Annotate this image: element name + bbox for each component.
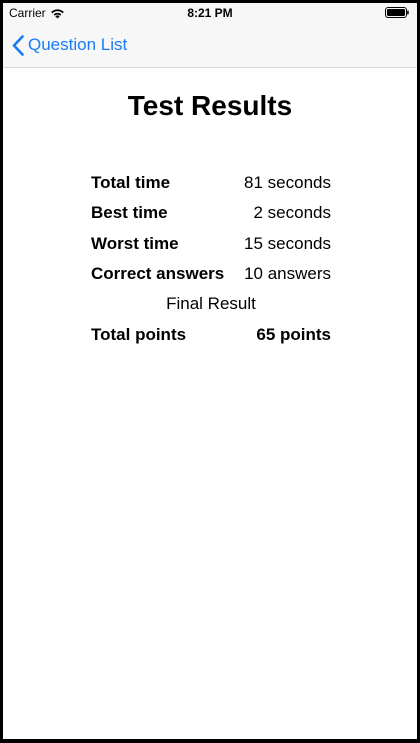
navigation-bar: Question List <box>3 23 417 68</box>
result-row-total-points: Total points 65 points <box>91 319 331 349</box>
result-value: 10 answers <box>244 264 331 284</box>
final-result-heading: Final Result <box>91 289 331 319</box>
status-time: 8:21 PM <box>187 6 233 20</box>
result-row-total-time: Total time 81 seconds <box>91 168 331 198</box>
result-value: 2 seconds <box>253 203 332 223</box>
result-row-correct-answers: Correct answers 10 answers <box>91 259 331 289</box>
result-value: 65 points <box>256 324 331 344</box>
back-button[interactable]: Question List <box>12 23 127 67</box>
results-list: Total time 81 seconds Best time 2 second… <box>91 168 331 350</box>
result-label: Total time <box>91 173 171 193</box>
result-value: 81 seconds <box>244 173 331 193</box>
result-row-best-time: Best time 2 seconds <box>91 198 331 228</box>
result-label: Correct answers <box>91 264 225 284</box>
result-label: Worst time <box>91 233 179 253</box>
status-bar: Carrier 8:21 PM <box>3 3 417 23</box>
page-title: Test Results <box>127 90 293 121</box>
result-row-worst-time: Worst time 15 seconds <box>91 229 331 259</box>
device-screen: Carrier 8:21 PM Question List Test Resul… <box>3 3 417 739</box>
result-label: Best time <box>91 203 168 223</box>
result-value: 15 seconds <box>244 233 331 253</box>
final-result-label: Final Result <box>166 294 256 314</box>
back-button-label: Question List <box>28 35 128 54</box>
chevron-left-icon <box>12 34 24 56</box>
result-label: Total points <box>91 324 187 344</box>
battery-icon <box>385 7 409 18</box>
